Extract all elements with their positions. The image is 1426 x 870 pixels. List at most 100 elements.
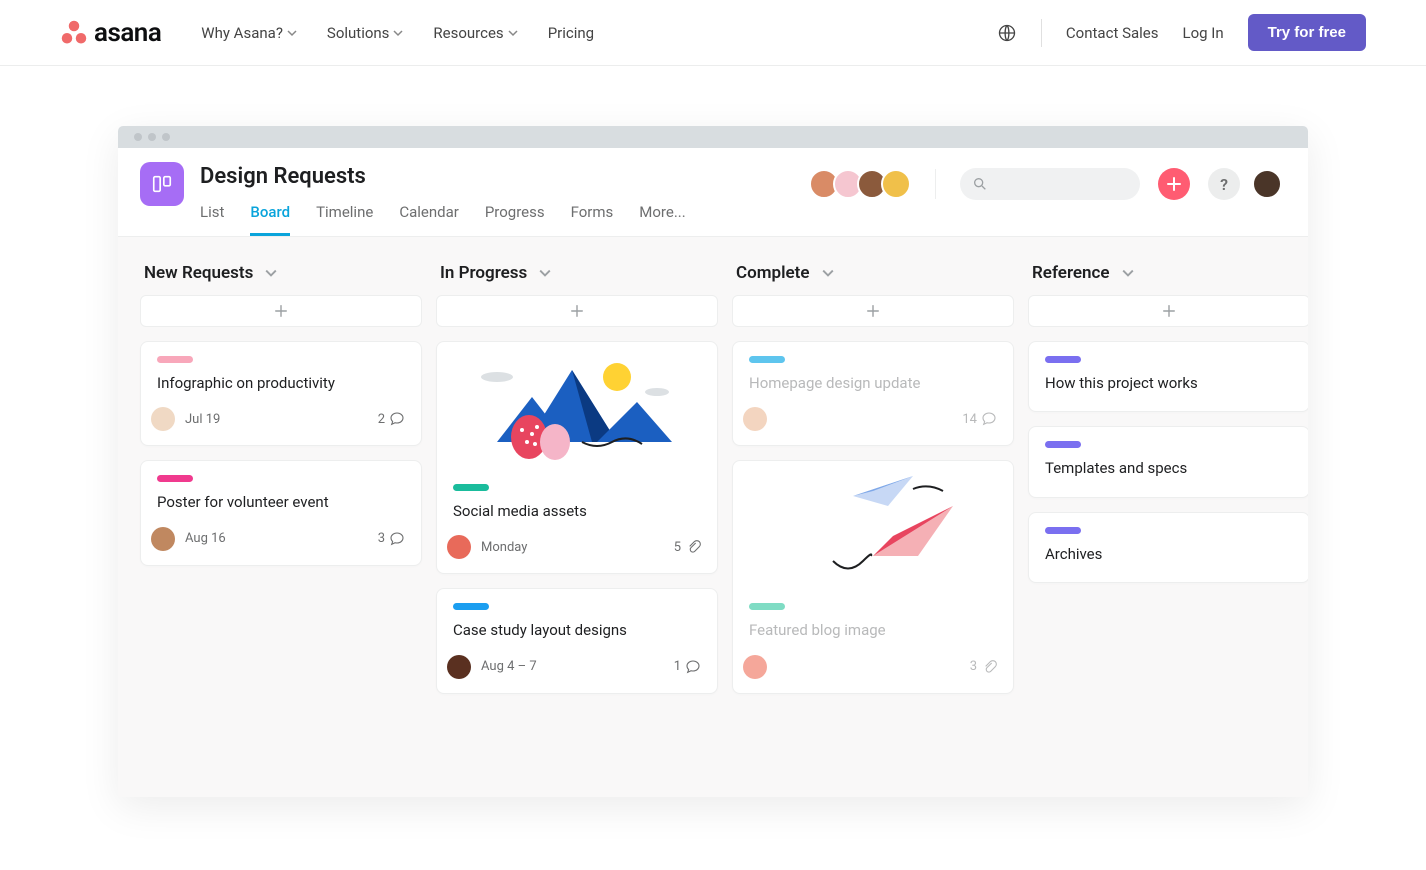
window-dot xyxy=(134,133,142,141)
chevron-down-icon xyxy=(287,28,297,38)
site-topnav: asana Why Asana? Solutions Resources Pri… xyxy=(0,0,1426,66)
card-stat: 5 xyxy=(674,539,701,555)
project-title: Design Requests xyxy=(200,164,815,189)
tab-list[interactable]: List xyxy=(200,203,224,236)
card[interactable]: Social media assets Monday 5 xyxy=(436,341,718,574)
card-title: Infographic on productivity xyxy=(157,373,405,393)
card[interactable]: Archives xyxy=(1028,512,1308,583)
window-dot xyxy=(162,133,170,141)
card-stat: 3 xyxy=(378,531,405,547)
card-title: Case study layout designs xyxy=(453,620,701,640)
user-avatar[interactable] xyxy=(1252,169,1282,199)
search-input[interactable] xyxy=(960,168,1140,200)
asana-logo[interactable]: asana xyxy=(60,18,161,48)
chevron-down-icon xyxy=(508,28,518,38)
card[interactable]: Case study layout designs Aug 4 – 7 1 xyxy=(436,588,718,693)
attachment-icon xyxy=(685,539,701,555)
assignee-avatar xyxy=(743,655,767,679)
card[interactable]: Featured blog image 3 xyxy=(732,460,1014,693)
window-dot xyxy=(148,133,156,141)
nav-right: Contact Sales Log In Try for free xyxy=(997,14,1366,51)
avatar xyxy=(881,169,911,199)
comment-icon xyxy=(389,531,405,547)
card-title: Poster for volunteer event xyxy=(157,492,405,512)
card[interactable]: Poster for volunteer event Aug 16 3 xyxy=(140,460,422,565)
card[interactable]: Templates and specs xyxy=(1028,426,1308,497)
assignee-avatar xyxy=(151,407,175,431)
add-card-button[interactable] xyxy=(732,295,1014,327)
column-header[interactable]: Reference xyxy=(1028,263,1308,295)
card-tag xyxy=(1045,527,1081,534)
due-date: Aug 16 xyxy=(185,531,226,546)
tab-calendar[interactable]: Calendar xyxy=(399,203,459,236)
try-free-button[interactable]: Try for free xyxy=(1248,14,1366,51)
plus-icon xyxy=(570,304,584,318)
column-new-requests: New Requests Infographic on productivity… xyxy=(140,263,422,580)
due-date: Aug 4 – 7 xyxy=(481,659,537,674)
nav-link-why[interactable]: Why Asana? xyxy=(201,24,297,42)
card-tag xyxy=(157,475,193,482)
plus-icon xyxy=(274,304,288,318)
attachment-icon xyxy=(981,659,997,675)
card-tag xyxy=(749,603,785,610)
tab-forms[interactable]: Forms xyxy=(571,203,614,236)
tab-board[interactable]: Board xyxy=(250,203,290,236)
assignee-avatar xyxy=(447,535,471,559)
chevron-down-icon xyxy=(1122,267,1134,279)
nav-link-resources[interactable]: Resources xyxy=(433,24,517,42)
chevron-down-icon xyxy=(393,28,403,38)
card-stat: 3 xyxy=(970,659,997,675)
column-header[interactable]: In Progress xyxy=(436,263,718,295)
assignee-avatar xyxy=(447,655,471,679)
card-title: How this project works xyxy=(1045,373,1293,393)
due-date: Jul 19 xyxy=(185,412,220,427)
add-card-button[interactable] xyxy=(140,295,422,327)
header-right: ? xyxy=(815,162,1286,200)
due-date: Monday xyxy=(481,540,527,555)
add-button[interactable] xyxy=(1158,168,1190,200)
add-card-button[interactable] xyxy=(1028,295,1308,327)
card-tag xyxy=(749,356,785,363)
card-title: Social media assets xyxy=(453,501,701,521)
contact-sales-link[interactable]: Contact Sales xyxy=(1066,24,1159,42)
card-tag xyxy=(157,356,193,363)
nav-link-solutions[interactable]: Solutions xyxy=(327,24,404,42)
chevron-down-icon xyxy=(539,267,551,279)
add-card-button[interactable] xyxy=(436,295,718,327)
card-title: Homepage design update xyxy=(749,373,997,393)
column-reference: Reference How this project works Templat… xyxy=(1028,263,1308,597)
comment-icon xyxy=(685,659,701,675)
column-header[interactable]: Complete xyxy=(732,263,1014,295)
globe-icon[interactable] xyxy=(997,23,1017,43)
card[interactable]: Homepage design update 14 xyxy=(732,341,1014,446)
column-complete: Complete Homepage design update 14 xyxy=(732,263,1014,708)
help-button[interactable]: ? xyxy=(1208,168,1240,200)
column-header[interactable]: New Requests xyxy=(140,263,422,295)
mountains-illustration-icon xyxy=(457,342,697,472)
card-stat: 2 xyxy=(378,411,405,427)
card-tag xyxy=(1045,356,1081,363)
project-icon xyxy=(140,162,184,206)
card-title: Featured blog image xyxy=(749,620,997,640)
comment-icon xyxy=(389,411,405,427)
window-titlebar xyxy=(118,126,1308,148)
card[interactable]: How this project works xyxy=(1028,341,1308,412)
card-tag xyxy=(1045,441,1081,448)
tab-timeline[interactable]: Timeline xyxy=(316,203,373,236)
assignee-avatar xyxy=(743,407,767,431)
assignee-avatar xyxy=(151,527,175,551)
login-link[interactable]: Log In xyxy=(1182,24,1223,42)
board: New Requests Infographic on productivity… xyxy=(118,237,1308,797)
card[interactable]: Infographic on productivity Jul 19 2 xyxy=(140,341,422,446)
member-avatars[interactable] xyxy=(815,169,911,199)
chevron-down-icon xyxy=(822,267,834,279)
logo-text: asana xyxy=(94,18,161,48)
tab-more[interactable]: More... xyxy=(639,203,685,236)
app-window: Design Requests List Board Timeline Cale… xyxy=(118,126,1308,797)
card-stat: 1 xyxy=(674,659,701,675)
nav-link-pricing[interactable]: Pricing xyxy=(548,24,594,42)
chevron-down-icon xyxy=(265,267,277,279)
asana-dots-icon xyxy=(60,19,88,47)
plus-icon xyxy=(1162,304,1176,318)
tab-progress[interactable]: Progress xyxy=(485,203,545,236)
